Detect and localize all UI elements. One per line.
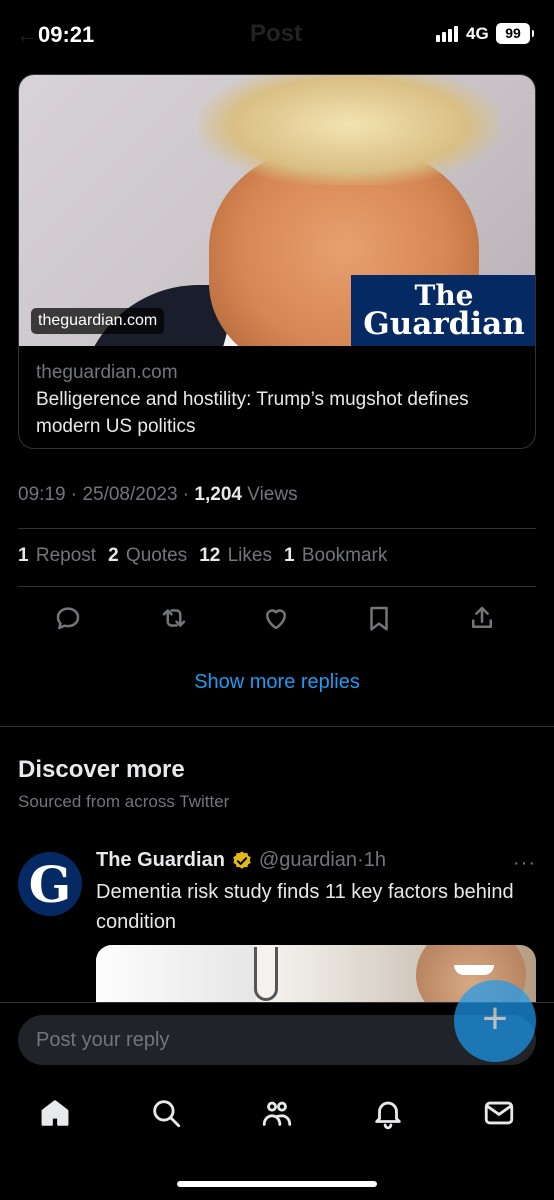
show-more-replies-link[interactable]: Show more replies [0,671,554,694]
bookmark-icon[interactable] [364,603,394,633]
quotes-stat[interactable]: 2 Quotes [108,545,187,567]
back-arrow-icon[interactable]: ← [16,22,38,48]
discover-subtitle: Sourced from across Twitter [18,792,230,811]
card-domain: theguardian.com [36,362,178,383]
status-time: 09:21 [38,22,95,47]
tweet-header: The Guardian @guardian · 1h [96,849,386,872]
home-indicator[interactable] [177,1181,377,1187]
bookmarks-stat[interactable]: 1 Bookmark [284,545,387,567]
reposts-stat[interactable]: 1 Repost [18,545,96,567]
bookmarks-count: 1 [283,545,295,566]
search-icon[interactable] [149,1096,183,1130]
reply-icon[interactable] [53,603,83,633]
messages-icon[interactable] [482,1096,516,1130]
meta-separator: · [182,484,190,505]
image-source-chip: theguardian.com [31,308,165,334]
status-bar: ← 09:21 Post 4G 99 [0,0,554,66]
verified-badge-icon [233,850,251,869]
page-title: Post [250,20,303,47]
tweet-author-name[interactable]: The Guardian [96,849,225,872]
card-title: Belligerence and hostility: Trump’s mugs… [36,389,469,437]
likes-count: 12 [199,545,221,566]
like-icon[interactable] [261,603,291,633]
media-smile [454,965,494,975]
battery-icon: 99 [496,23,534,44]
reposts-count: 1 [18,545,29,566]
share-icon[interactable] [467,603,497,633]
quotes-label: Quotes [125,545,188,566]
logo-line-2: Guardian [363,306,525,342]
post-time: 09:19 [18,484,66,505]
tweet-text: Dementia risk study finds 11 key factors… [96,881,514,933]
quotes-count: 2 [108,545,119,566]
media-coat [96,945,256,1005]
divider [18,586,536,587]
tweet-separator: · [357,849,364,871]
card-text: theguardian.com Belligerence and hostili… [36,360,526,440]
more-options-icon[interactable]: ··· [513,852,536,875]
likes-label: Likes [227,545,272,566]
tweet-handle[interactable]: @guardian [259,849,357,872]
post-date: 25/08/2023 [82,484,178,505]
discover-title: Discover more [18,756,185,783]
photo-hair [199,75,499,185]
article-image: theguardian.com The Guardian [19,75,535,346]
communities-icon[interactable] [260,1096,294,1130]
bookmarks-label: Bookmark [301,545,388,566]
views-label: Views [247,484,298,505]
compose-button[interactable]: + [454,980,536,1062]
home-icon[interactable] [38,1096,72,1130]
network-type: 4G [466,24,489,43]
post-meta: 09:19 · 25/08/2023 · 1,204 Views [18,484,298,506]
signal-icon [436,26,458,42]
action-bar [0,603,554,639]
likes-stat[interactable]: 12 Likes [199,545,272,567]
section-divider [0,726,554,727]
media-stethoscope [254,947,278,1001]
avatar[interactable]: G [18,852,82,916]
reposts-label: Repost [35,545,97,566]
engagement-stats: 1 Repost 2 Quotes 12 Likes 1 Bookmark [18,545,387,567]
link-preview-card[interactable]: theguardian.com The Guardian theguardian… [18,74,536,449]
divider [18,528,536,529]
views-count: 1,204 [194,484,242,505]
repost-icon[interactable] [159,603,189,633]
guardian-logo: The Guardian [351,275,535,346]
notifications-icon[interactable] [371,1096,405,1130]
tweet-time: 1h [363,849,386,871]
meta-separator: · [70,484,78,505]
